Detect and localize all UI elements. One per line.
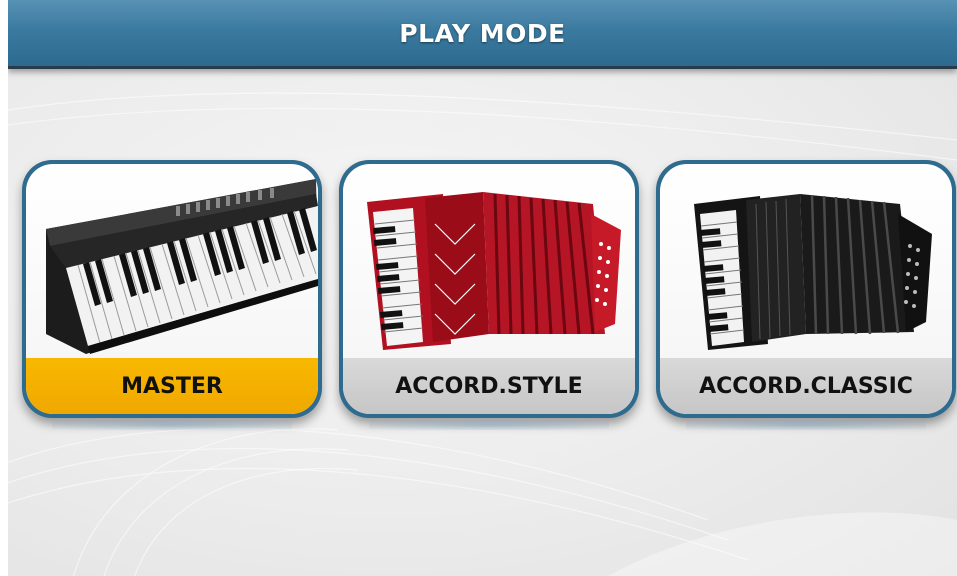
mode-tile-accord-style-inner: ACCORD.STYLE [343,164,635,414]
mode-label-accord-classic: ACCORD.CLASSIC [660,358,952,414]
mode-label-accord-style: ACCORD.STYLE [343,358,635,414]
mode-tile-master-inner: MASTER [26,164,318,414]
tile-reflection [369,420,609,430]
mode-tile-master[interactable]: MASTER [22,160,322,430]
digital-piano-icon [26,164,318,358]
page-title: PLAY MODE [399,18,566,48]
play-mode-screen: PLAY MODE MASTER ACCORD.STYLE ACCORD.CLA… [8,0,957,576]
red-accordion-icon [343,164,635,358]
tile-reflection [686,420,926,430]
header-bar: PLAY MODE [8,0,957,69]
black-accordion-icon [660,164,952,358]
mode-tile-accord-style[interactable]: ACCORD.STYLE [339,160,639,430]
tile-reflection [52,420,292,430]
mode-label-master: MASTER [26,358,318,414]
mode-tile-accord-classic-inner: ACCORD.CLASSIC [660,164,952,414]
mode-tile-accord-classic[interactable]: ACCORD.CLASSIC [656,160,956,430]
